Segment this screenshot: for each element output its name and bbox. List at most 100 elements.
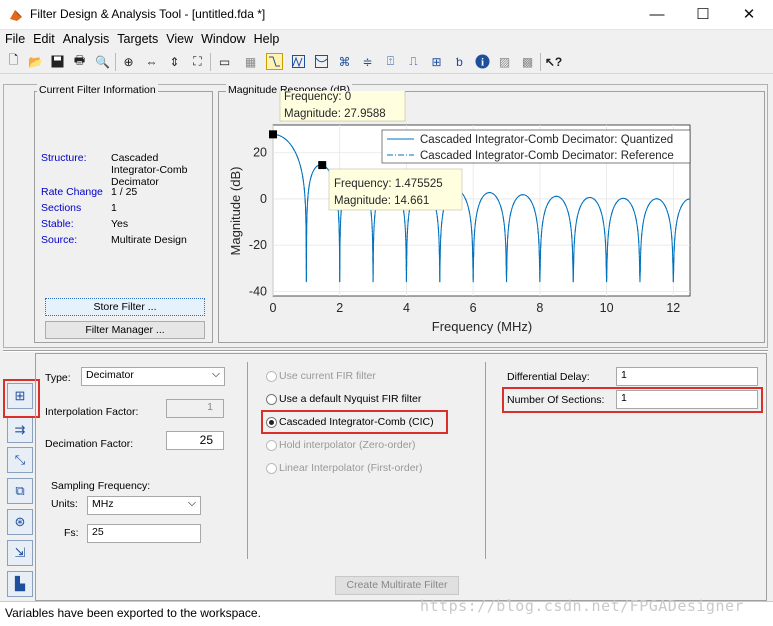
- minimize-button[interactable]: —: [634, 0, 680, 30]
- pole-zero-editor-icon[interactable]: ⊛: [7, 509, 33, 535]
- decimation-factor-label: Decimation Factor:: [45, 438, 134, 450]
- magnitude-estimate-icon[interactable]: ▨: [496, 53, 513, 70]
- save-icon[interactable]: [49, 53, 66, 70]
- fs-field[interactable]: 25: [87, 524, 201, 543]
- info-icon[interactable]: i: [474, 53, 491, 70]
- close-button[interactable]: ✕: [726, 0, 772, 30]
- phase-response-icon[interactable]: [290, 53, 307, 70]
- maximize-button[interactable]: ☐: [680, 0, 726, 30]
- group-delay-icon[interactable]: ⌘: [336, 53, 353, 70]
- magnitude-response-icon[interactable]: [266, 53, 283, 70]
- menu-edit[interactable]: Edit: [28, 30, 58, 46]
- x-tick-label: 8: [536, 301, 543, 315]
- status-text: Variables have been exported to the work…: [5, 606, 261, 620]
- y-tick-label: -40: [249, 284, 267, 298]
- hold-interpolator-label: Hold interpolator (Zero-order): [279, 439, 416, 451]
- y-axis-label: Magnitude (dB): [228, 167, 243, 256]
- units-select[interactable]: MHz ⌵: [87, 496, 201, 515]
- filter-manager-button[interactable]: Filter Manager ...: [45, 321, 205, 339]
- whats-this-icon[interactable]: ↖?: [545, 53, 562, 70]
- use-current-fir-label: Use current FIR filter: [279, 370, 376, 382]
- stable-value: Yes: [111, 218, 129, 230]
- full-view-icon[interactable]: ⛶: [189, 53, 206, 70]
- source-label: Source:: [41, 234, 78, 246]
- sampling-frequency-label: Sampling Frequency:: [51, 480, 151, 492]
- datatip-sidelobe-magnitude: Magnitude: 14.661: [334, 195, 429, 207]
- menu-help[interactable]: Help: [249, 30, 283, 46]
- fs-label: Fs:: [64, 527, 79, 539]
- current-filter-title: Current Filter Information: [37, 84, 158, 96]
- linear-interpolator-radio[interactable]: [266, 463, 277, 474]
- menu-bar: File Edit Analysis Targets View Window Help: [0, 30, 773, 50]
- create-multirate-filter-button[interactable]: Create Multirate Filter: [335, 576, 459, 595]
- y-tick-label: 0: [260, 192, 267, 206]
- import-filter-icon[interactable]: ⇲: [7, 540, 33, 566]
- hold-interpolator-radio[interactable]: [266, 440, 277, 451]
- x-tick-label: 10: [600, 301, 614, 315]
- menu-targets[interactable]: Targets: [112, 30, 161, 46]
- type-label: Type:: [45, 372, 71, 384]
- datatip-marker[interactable]: [318, 161, 327, 170]
- interpolation-factor-field[interactable]: 1: [166, 399, 224, 418]
- realize-model-icon[interactable]: ⧉: [7, 478, 33, 504]
- title-bar: Filter Design & Analysis Tool - [untitle…: [0, 0, 773, 30]
- type-value: Decimator: [86, 369, 134, 381]
- phase-delay-icon[interactable]: ≑: [359, 53, 376, 70]
- noise-power-icon[interactable]: ▩: [519, 53, 536, 70]
- default-nyquist-radio[interactable]: [266, 394, 277, 405]
- pole-zero-icon[interactable]: ⊞: [428, 53, 445, 70]
- source-value: Multirate Design: [111, 234, 187, 246]
- menu-window[interactable]: Window: [196, 30, 248, 46]
- store-filter-button[interactable]: Store Filter ...: [45, 298, 205, 316]
- filter-specs-icon[interactable]: ▦: [242, 53, 259, 70]
- differential-delay-label: Differential Delay:: [507, 371, 590, 383]
- chevron-down-icon: ⌵: [188, 497, 196, 509]
- zoom-y-icon[interactable]: ⇕: [166, 53, 183, 70]
- svg-text:i: i: [481, 57, 484, 69]
- watermark-text: https://blog.csdn.net/FPGADesigner: [420, 597, 745, 615]
- stable-label: Stable:: [41, 218, 74, 230]
- menu-analysis[interactable]: Analysis: [58, 30, 113, 46]
- units-value: MHz: [92, 498, 114, 510]
- zoom-x-icon[interactable]: ⇔: [143, 53, 160, 70]
- rate-change-value: 1 / 25: [111, 186, 138, 198]
- new-figure-icon[interactable]: ▭: [216, 53, 233, 70]
- magnitude-phase-icon[interactable]: [313, 53, 330, 70]
- use-current-fir-radio[interactable]: [266, 371, 277, 382]
- window-title: Filter Design & Analysis Tool - [untitle…: [30, 7, 266, 21]
- x-tick-label: 2: [336, 301, 343, 315]
- datatip-peak-frequency: Frequency: 0: [284, 91, 351, 103]
- sections-value: 1: [111, 202, 117, 214]
- transform-filter-icon[interactable]: ⤡: [7, 447, 33, 473]
- x-tick-label: 12: [666, 301, 680, 315]
- menu-file[interactable]: File: [0, 30, 28, 46]
- y-tick-label: -20: [249, 238, 267, 252]
- decimation-factor-field[interactable]: 25: [166, 431, 224, 450]
- print-icon[interactable]: 🖶: [71, 53, 88, 70]
- zoom-in-icon[interactable]: ⊕: [120, 53, 137, 70]
- impulse-response-icon[interactable]: ⍐: [382, 53, 399, 70]
- type-select[interactable]: Decimator ⌵: [81, 367, 225, 386]
- structure-value: Cascaded Integrator-Comb Decimator: [111, 152, 188, 188]
- x-tick-label: 6: [470, 301, 477, 315]
- multirate-icon[interactable]: ⇉: [7, 417, 33, 443]
- default-nyquist-label: Use a default Nyquist FIR filter: [279, 393, 422, 405]
- linear-interpolator-label: Linear Interpolator (First-order): [279, 462, 423, 474]
- y-tick-label: 20: [253, 146, 267, 160]
- x-axis-label: Frequency (MHz): [432, 319, 532, 334]
- new-icon[interactable]: 🗋: [5, 53, 22, 70]
- legend-quantized-label: Cascaded Integrator-Comb Decimator: Quan…: [420, 134, 673, 146]
- open-icon[interactable]: 📂: [27, 53, 44, 70]
- datatip-marker[interactable]: [269, 130, 277, 139]
- set-quantization-icon[interactable]: ▙: [7, 571, 33, 597]
- step-response-icon[interactable]: ⎍: [405, 53, 422, 70]
- print-preview-icon[interactable]: 🔍: [94, 53, 111, 70]
- coefficients-icon[interactable]: ƅ: [451, 53, 468, 70]
- highlight-cic-option: [261, 410, 448, 434]
- datatip-sidelobe-frequency: Frequency: 1.475525: [334, 178, 443, 190]
- magnitude-response-chart[interactable]: 0 2 4 6 8 10 12 20 0 -20 -40 Frequency (MHz) Magni…: [218, 91, 765, 343]
- matlab-logo-icon: [9, 8, 23, 22]
- differential-delay-field[interactable]: 1: [616, 367, 758, 386]
- menu-view[interactable]: View: [161, 30, 196, 46]
- legend-reference-label: Cascaded Integrator-Comb Decimator: Refe…: [420, 150, 674, 162]
